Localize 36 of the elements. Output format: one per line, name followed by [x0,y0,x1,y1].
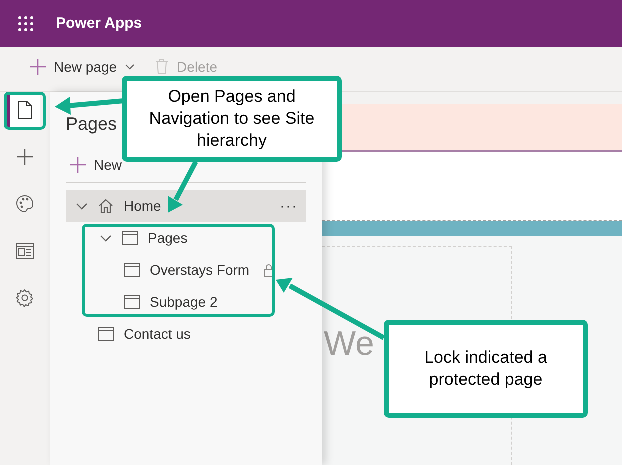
page-icon [122,231,138,245]
plus-icon [70,157,86,173]
page-name: Home [124,198,162,214]
page-name: Overstays Form [150,262,250,278]
arrow [168,160,198,213]
chevron-down-icon [125,62,136,72]
lock-icon [264,264,274,276]
callout: Lock indicated a protected page [384,320,588,418]
trash-icon [155,59,170,75]
page-heading: We [324,325,374,363]
more-button[interactable]: ··· [280,198,298,214]
settings-icon [16,289,34,307]
tree-item[interactable]: Contact us [66,318,306,350]
plus-icon [30,59,46,75]
app-title: Power Apps [56,15,142,32]
page-name: Subpage 2 [150,294,218,310]
page-name: Pages [148,230,188,246]
palette-icon [16,195,34,213]
panel-title: Pages [66,113,118,136]
tree-item[interactable]: Subpage 2 [66,286,306,318]
highlight-frame [4,92,46,130]
tree-item[interactable]: Home ··· [66,190,306,222]
callout: Open Pages and Navigation to see Site hierarchy [122,76,342,162]
page-icon [124,263,140,277]
new-page-button[interactable]: New page [30,59,136,75]
page-icon [18,101,32,119]
page-name: Contact us [124,326,191,342]
home-icon [98,198,114,214]
plus-icon [17,149,33,165]
tree-item[interactable]: Overstays Form [66,254,306,286]
arrow [55,97,124,115]
page-icon [124,295,140,309]
page-icon [98,327,114,341]
app-launcher-icon[interactable] [18,16,34,32]
tree-item[interactable]: Pages [66,222,306,254]
layout-icon [16,243,34,259]
